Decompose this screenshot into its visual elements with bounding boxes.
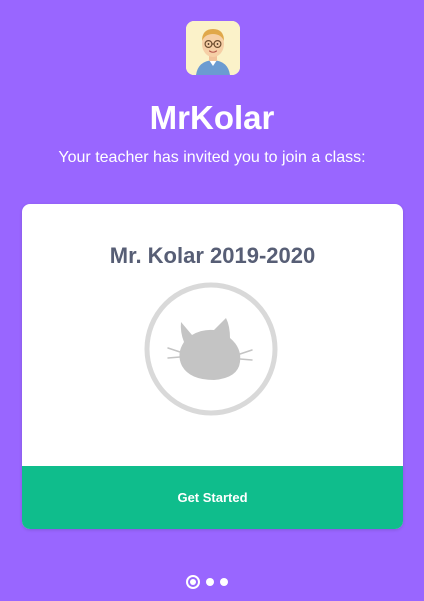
class-card: Mr. Kolar 2019-2020 Get Started [22,204,403,529]
invite-message: Your teacher has invited you to join a c… [58,149,366,166]
pagination-dot-3[interactable] [220,578,228,586]
teacher-avatar [186,21,240,75]
pagination-dot-2[interactable] [206,578,214,586]
class-title: Mr. Kolar 2019-2020 [109,243,316,268]
teacher-name: MrKolar [149,99,275,136]
cat-placeholder-icon [144,282,278,416]
pagination-dots [186,573,228,591]
class-thumbnail [144,282,278,416]
get-started-button[interactable]: Get Started [22,466,403,529]
pagination-dot-active-indicator [190,579,196,585]
class-invite-page: MrKolar Your teacher has invited you to … [0,0,424,601]
pagination-dot-1[interactable] [186,575,200,589]
teacher-avatar-icon [186,21,240,75]
